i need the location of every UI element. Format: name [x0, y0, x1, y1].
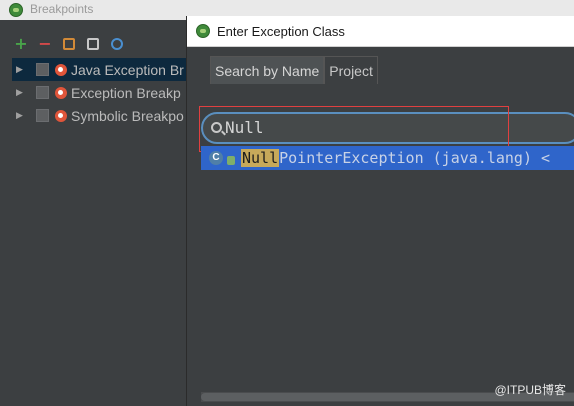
search-input[interactable] [225, 118, 565, 137]
tree-item-symbolic[interactable]: ▶ Symbolic Breakpo [12, 104, 188, 127]
tree-item-label: Symbolic Breakpo [71, 107, 184, 124]
tree-item-label: Java Exception Br [71, 61, 184, 78]
tree-item-exception[interactable]: ▶ Exception Breakp [12, 81, 188, 104]
enter-exception-class-dialog: Enter Exception Class Search by Name Pro… [186, 16, 574, 406]
search-area [199, 106, 574, 152]
group-by-class-icon[interactable] [108, 35, 126, 53]
breakpoints-toolbar: + − [12, 34, 126, 54]
tree-item-java-exception[interactable]: ▶ Java Exception Br [12, 58, 188, 81]
tab-project[interactable]: Project [324, 56, 378, 84]
group-by-package-icon[interactable] [60, 35, 78, 53]
search-box[interactable] [201, 112, 574, 144]
tab-search-by-name[interactable]: Search by Name [210, 56, 325, 84]
expand-arrow-icon[interactable]: ▶ [16, 87, 26, 98]
window-title: Breakpoints [30, 2, 94, 16]
symbolic-breakpoint-icon [55, 109, 67, 122]
search-icon [211, 122, 222, 133]
android-studio-icon [9, 3, 23, 17]
checkbox[interactable] [36, 109, 49, 122]
lock-icon [227, 155, 235, 165]
result-list: C NullPointerException (java.lang) < [201, 146, 574, 376]
minus-icon[interactable]: − [36, 35, 54, 53]
dialog-titlebar: Enter Exception Class [187, 16, 574, 47]
checkbox[interactable] [36, 63, 49, 76]
tree-item-label: Exception Breakp [71, 84, 181, 101]
exception-breakpoint-icon [55, 86, 67, 99]
class-icon: C [209, 151, 223, 165]
expand-arrow-icon[interactable]: ▶ [16, 64, 26, 75]
dialog-title: Enter Exception Class [217, 24, 345, 39]
result-match-text: Null [241, 149, 280, 167]
breakpoints-tree: ▶ Java Exception Br ▶ Exception Breakp ▶… [12, 58, 188, 127]
result-item[interactable]: C NullPointerException (java.lang) < [201, 146, 574, 170]
android-studio-icon [196, 24, 210, 38]
dialog-tabs: Search by Name Project [210, 56, 378, 84]
watermark: @ITPUB博客 [494, 383, 566, 397]
expand-arrow-icon[interactable]: ▶ [16, 110, 26, 121]
group-by-file-icon[interactable] [84, 35, 102, 53]
result-label: NullPointerException (java.lang) < [241, 149, 550, 167]
exception-breakpoint-icon [55, 63, 67, 76]
plus-icon[interactable]: + [12, 35, 30, 53]
result-rest-text: PointerException (java.lang) < [279, 149, 551, 167]
checkbox[interactable] [36, 86, 49, 99]
